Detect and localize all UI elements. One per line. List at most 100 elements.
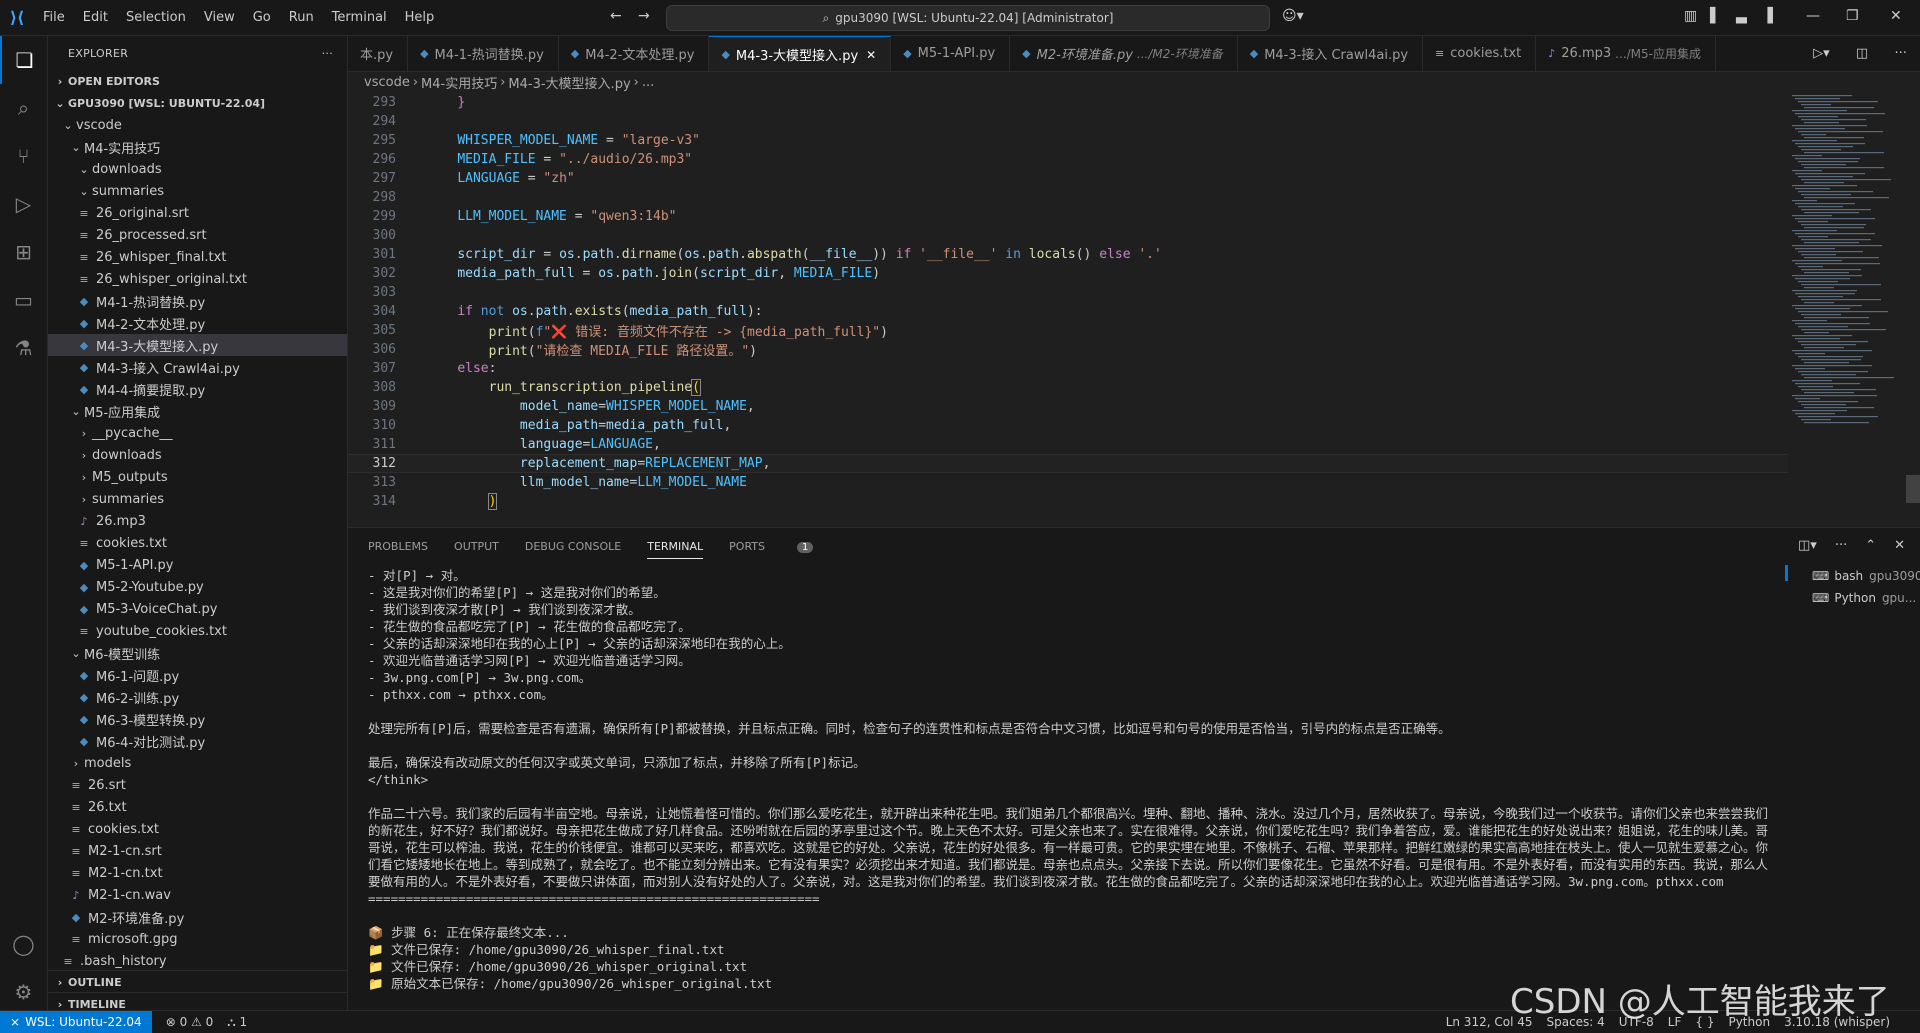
editor-tab[interactable]: ◆ M4-3-接入 Crawl4ai.py (1238, 36, 1424, 71)
minimize-icon[interactable]: — (1806, 8, 1820, 24)
tree-file[interactable]: ≡ 26_original.srt (48, 202, 347, 224)
tree-file[interactable]: ◆ M5-1-API.py (48, 554, 347, 576)
tree-file[interactable]: ♪ M2-1-cn.wav (48, 884, 347, 906)
tree-file[interactable]: ≡ M2-1-cn.txt (48, 862, 347, 884)
editor-tab[interactable]: ◆ M2-环境准备.py .../M2-环境准备 (1010, 36, 1238, 71)
back-arrow-icon[interactable]: ← (610, 8, 622, 24)
tree-file[interactable]: ◆ M5-3-VoiceChat.py (48, 598, 347, 620)
workspace-section[interactable]: ⌄ GPU3090 [WSL: UBUNTU-22.04] (48, 92, 347, 114)
editor-tab[interactable]: ◆ M4-3-大模型接入.py ✕ (709, 36, 892, 71)
tree-file[interactable]: ◆ M6-2-训练.py (48, 686, 347, 708)
more-actions-icon[interactable]: ··· (322, 47, 333, 60)
tree-file[interactable]: ≡ .bash_history (48, 950, 347, 972)
tree-file[interactable]: ≡ 26.txt (48, 796, 347, 818)
menu-item-edit[interactable]: Edit (83, 10, 108, 25)
editor-tab[interactable]: ≡ cookies.txt (1423, 36, 1537, 71)
tree-file[interactable]: ≡ microsoft.gpg (48, 928, 347, 950)
restore-icon[interactable]: ❐ (1846, 8, 1859, 24)
tree-file[interactable]: ◆ M4-3-接入 Crawl4ai.py (48, 356, 347, 378)
outline-section[interactable]: › OUTLINE (48, 970, 347, 993)
tree-file[interactable]: ◆ M6-4-对比测试.py (48, 730, 347, 752)
extensions-icon[interactable]: ⊞ (0, 228, 47, 276)
tab-output[interactable]: OUTPUT (454, 540, 499, 553)
source-control-icon[interactable]: ⑂ (0, 132, 47, 180)
tab-problems[interactable]: PROBLEMS (368, 540, 428, 553)
tree-folder[interactable]: ⌄ downloads (48, 158, 347, 180)
tab-terminal[interactable]: TERMINAL (647, 540, 704, 559)
remote-indicator[interactable]: ⨯ WSL: Ubuntu-22.04 (0, 1011, 152, 1033)
tree-file[interactable]: ◆ M5-2-Youtube.py (48, 576, 347, 598)
ports-count[interactable]: ⛬ 1 (227, 1015, 247, 1030)
new-terminal-dropdown-icon[interactable]: ◫▾ (1798, 538, 1817, 553)
menu-item-view[interactable]: View (204, 10, 235, 25)
toggle-secondary-sidebar-icon[interactable]: ▐ (1762, 8, 1773, 24)
menu-item-go[interactable]: Go (253, 10, 271, 25)
tree-file[interactable]: ♪ 26.mp3 (48, 510, 347, 532)
tree-file[interactable]: ≡ youtube_cookies.txt (48, 620, 347, 642)
editor-tab[interactable]: ◆ M4-1-热词替换.py (408, 36, 559, 71)
tree-file[interactable]: ◆ M4-2-文本处理.py (48, 312, 347, 334)
layout-customize-icon[interactable]: ▥ (1684, 8, 1697, 24)
close-window-icon[interactable]: ✕ (1890, 8, 1902, 24)
explorer-icon[interactable]: ❏ (0, 36, 47, 84)
tree-file[interactable]: ≡ cookies.txt (48, 818, 347, 840)
menu-item-run[interactable]: Run (289, 10, 314, 25)
terminal-output[interactable]: - 对[P] → 对。 - 这是我对你们的希望[P] → 这是我对你们的希望。 - … (368, 567, 1778, 1007)
menu-item-help[interactable]: Help (405, 10, 435, 25)
tree-folder[interactable]: ⌄ M5-应用集成 (48, 400, 347, 422)
breadcrumb-item[interactable]: vscode (364, 75, 410, 90)
search-icon[interactable]: ⌕ (0, 84, 47, 132)
minimap[interactable] (1788, 93, 1908, 513)
editor-tab[interactable]: 本.py (348, 36, 409, 71)
toggle-sidebar-icon[interactable]: ▌ (1710, 8, 1721, 24)
tree-folder[interactable]: › models (48, 752, 347, 774)
tree-file[interactable]: ◆ M6-1-问题.py (48, 664, 347, 686)
menu-item-terminal[interactable]: Terminal (332, 10, 387, 25)
tab-ports[interactable]: PORTS 1 (729, 540, 839, 553)
tree-file[interactable]: ◆ M2-环境准备.py (48, 906, 347, 928)
tree-file[interactable]: ≡ cookies.txt (48, 532, 347, 554)
tree-file[interactable]: ≡ M2-1-cn.srt (48, 840, 347, 862)
tree-file[interactable]: ≡ 26_whisper_original.txt (48, 268, 347, 290)
menu-item-file[interactable]: File (43, 10, 65, 25)
testing-icon[interactable]: ⚗ (0, 324, 47, 372)
forward-arrow-icon[interactable]: → (638, 8, 650, 24)
tree-file[interactable]: ≡ 26_whisper_final.txt (48, 246, 347, 268)
terminal-item-bash[interactable]: ⌨ bash gpu3090 (1800, 565, 1920, 587)
tree-folder[interactable]: › downloads (48, 444, 347, 466)
close-tab-icon[interactable]: ✕ (866, 48, 876, 62)
menu-item-selection[interactable]: Selection (126, 10, 186, 25)
code-editor[interactable]: 293 } 294 295 WHISPER_MODEL_NAME = "larg… (348, 93, 1788, 513)
tree-folder[interactable]: ⌄ vscode (48, 114, 347, 136)
settings-gear-icon[interactable]: ⚙ (0, 968, 47, 1016)
editor-tab[interactable]: ◆ M4-2-文本处理.py (559, 36, 710, 71)
editor-tab[interactable]: ◆ M5-1-API.py (891, 36, 1011, 71)
command-center[interactable]: ⌕ gpu3090 [WSL: Ubuntu-22.04] [Administr… (666, 5, 1270, 31)
run-python-file-icon[interactable]: ▷▾ (1813, 46, 1830, 61)
tree-folder[interactable]: ⌄ M4-实用技巧 (48, 136, 347, 158)
tree-folder[interactable]: › summaries (48, 488, 347, 510)
tree-file[interactable]: ≡ 26.srt (48, 774, 347, 796)
editor-scrollbar-thumb[interactable] (1906, 475, 1920, 503)
more-actions-icon[interactable]: ··· (1835, 538, 1847, 553)
tree-folder[interactable]: › M5_outputs (48, 466, 347, 488)
breadcrumb-item[interactable]: M4-3-大模型接入.py (508, 73, 630, 92)
copilot-icon[interactable]: ☺▾ (1282, 8, 1304, 24)
tab-debug-console[interactable]: DEBUG CONSOLE (525, 540, 621, 553)
close-panel-icon[interactable]: ✕ (1894, 538, 1905, 553)
breadcrumb-item[interactable]: ... (642, 75, 654, 90)
split-editor-icon[interactable]: ◫ (1856, 46, 1868, 61)
toggle-panel-icon[interactable]: ▃ (1736, 8, 1747, 24)
tree-file[interactable]: ◆ M4-3-大模型接入.py (48, 334, 347, 356)
editor-tab[interactable]: ♪ 26.mp3 .../M5-应用集成 (1536, 36, 1716, 71)
account-icon[interactable]: ◯ (0, 920, 47, 968)
problems-count[interactable]: ⊗ 0 ⚠ 0 (166, 1015, 214, 1029)
tree-file[interactable]: ≡ 26_processed.srt (48, 224, 347, 246)
tree-folder[interactable]: ⌄ summaries (48, 180, 347, 202)
tree-folder[interactable]: ⌄ M6-模型训练 (48, 642, 347, 664)
tree-file[interactable]: ◆ M4-4-摘要提取.py (48, 378, 347, 400)
open-editors-section[interactable]: › OPEN EDITORS (48, 70, 347, 92)
terminal-item-python[interactable]: ⌨ Python gpu... (1800, 587, 1920, 609)
remote-explorer-icon[interactable]: ▭ (0, 276, 47, 324)
tree-file[interactable]: ◆ M6-3-模型转换.py (48, 708, 347, 730)
